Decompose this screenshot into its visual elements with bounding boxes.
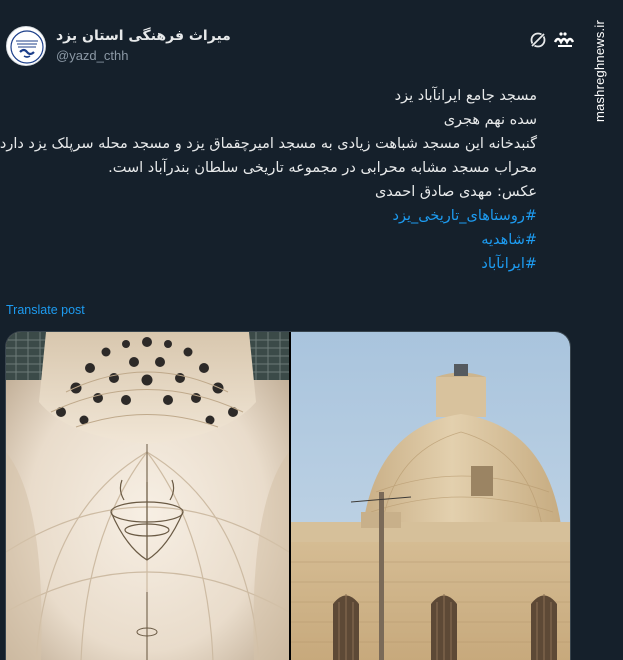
dome-interior-photo[interactable] — [6, 332, 289, 660]
avatar[interactable] — [6, 26, 46, 66]
hashtag-link[interactable]: #روستاهای_تاریخی_یزد — [0, 204, 537, 228]
user-info: میراث فرهنگی استان یزد @yazd_cthh — [56, 28, 231, 63]
post-line-century: سده نهم هجری — [443, 112, 537, 128]
dome-exterior-photo[interactable] — [291, 332, 571, 660]
grok-icon[interactable] — [528, 30, 548, 50]
media-grid — [5, 331, 571, 660]
user-handle[interactable]: @yazd_cthh — [56, 48, 231, 63]
post-line-dome: گنبدخانه این مسجد شباهت زیادی به مسجد ام… — [0, 136, 537, 152]
yazd-heritage-seal-icon — [8, 28, 45, 65]
site-watermark: mashreghnews.ir — [592, 20, 607, 122]
post-card: میراث فرهنگی استان یزد @yazd_cthh مسجد ج… — [0, 0, 590, 660]
post-line-mihrab: محراب مسجد مشابه محرابی در مجموعه تاریخی… — [108, 160, 537, 176]
display-name[interactable]: میراث فرهنگی استان یزد — [56, 28, 231, 44]
mashregh-logo-icon — [553, 32, 575, 47]
post-text: مسجد جامع ایرانآباد یزد سده نهم هجری گنب… — [0, 84, 537, 276]
translate-post-link[interactable]: Translate post — [6, 303, 85, 317]
hashtag-link[interactable]: #ایرانآباد — [0, 252, 537, 276]
post-line-title: مسجد جامع ایرانآباد یزد — [394, 88, 537, 104]
post-line-photo-credit: عکس: مهدی صادق احمدی — [374, 184, 537, 200]
hashtag-link[interactable]: #شاهدیه — [0, 228, 537, 252]
post-header: میراث فرهنگی استان یزد @yazd_cthh — [6, 26, 586, 76]
